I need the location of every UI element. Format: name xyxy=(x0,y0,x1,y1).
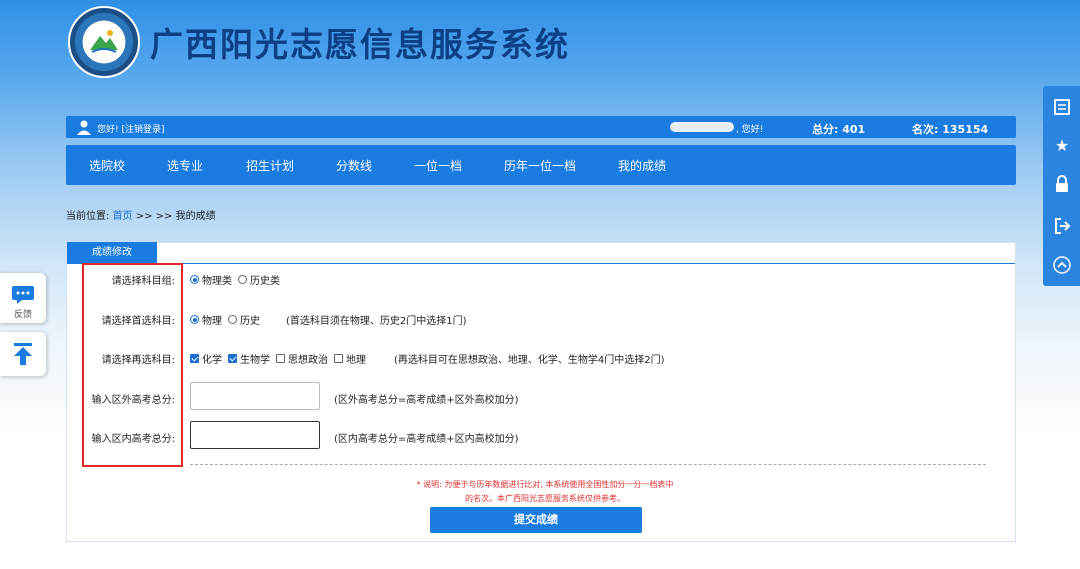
outside-score-input[interactable] xyxy=(190,382,320,410)
nav-history-score-rank[interactable]: 历年一位一档 xyxy=(504,157,576,174)
nav-select-major[interactable]: 选专业 xyxy=(167,157,203,174)
tab-score-edit[interactable]: 成绩修改 xyxy=(67,242,157,263)
first-subject-note: (首选科目须在物理、历史2门中选择1门) xyxy=(286,316,467,327)
explanation-line-1: * 说明: 为便于与历年数据进行比对, 本系统使用全国性加分一分一档表中 xyxy=(416,480,674,489)
site-logo xyxy=(68,6,140,78)
checkbox-politics[interactable] xyxy=(276,354,285,363)
feedback-label: 反馈 xyxy=(13,310,32,320)
physics-group-label: 物理类 xyxy=(202,276,232,287)
history-group-label: 历史类 xyxy=(250,276,280,287)
back-to-top-icon[interactable] xyxy=(1052,256,1072,276)
total-score: 总分: 401 xyxy=(812,123,866,136)
highlight-box xyxy=(82,263,183,467)
feedback-button[interactable]: 反馈 xyxy=(0,273,46,323)
site-header: 广西阳光志愿信息服务系统 xyxy=(68,4,668,82)
geography-label: 地理 xyxy=(346,355,366,366)
up-arrow-icon xyxy=(14,343,32,365)
first-subject-options: 物理 历史 xyxy=(190,312,260,327)
explanation-text: * 说明: 为便于与历年数据进行比对, 本系统使用全国性加分一分一档表中 的名次… xyxy=(380,478,710,506)
submit-score-button[interactable]: 提交成绩 xyxy=(430,507,642,533)
checkbox-chemistry[interactable] xyxy=(190,354,199,363)
radio-history[interactable] xyxy=(228,315,237,324)
mountain-icon xyxy=(90,30,118,53)
user-icon xyxy=(77,120,91,135)
inside-score-note: (区内高考总分=高考成绩+区内高校加分) xyxy=(334,434,519,445)
breadcrumb-home[interactable]: 首页 xyxy=(113,211,133,222)
right-toolbar: ★ xyxy=(1043,86,1080,286)
panel-divider xyxy=(67,263,1015,264)
chat-icon xyxy=(12,286,34,304)
chemistry-label: 化学 xyxy=(202,355,222,366)
nav-enrollment-plan[interactable]: 招生计划 xyxy=(246,157,294,174)
outside-score-note: (区外高考总分=高考成绩+区外高校加分) xyxy=(334,395,519,406)
nav-my-scores[interactable]: 我的成绩 xyxy=(618,157,666,174)
lock-icon[interactable] xyxy=(1052,175,1072,195)
nav-select-school[interactable]: 选院校 xyxy=(89,157,125,174)
nav-score-rank[interactable]: 一位一档 xyxy=(414,157,462,174)
breadcrumb-current: >> >> 我的成绩 xyxy=(132,211,216,222)
radio-history-group[interactable] xyxy=(238,275,247,284)
hello-text: , 您好! xyxy=(736,125,764,135)
star-icon[interactable]: ★ xyxy=(1052,136,1072,156)
site-title: 广西阳光志愿信息服务系统 xyxy=(150,25,570,64)
physics-label: 物理 xyxy=(202,316,222,327)
dashed-divider xyxy=(190,464,986,465)
score-card-icon[interactable] xyxy=(1052,98,1072,118)
logout-link[interactable]: 您好! [注销登录] xyxy=(97,122,165,135)
scroll-top-button[interactable] xyxy=(0,332,46,376)
logout-icon[interactable] xyxy=(1052,217,1072,237)
checkbox-geography[interactable] xyxy=(334,354,343,363)
subject-group-options: 物理类 历史类 xyxy=(190,272,280,287)
nav-score-line[interactable]: 分数线 xyxy=(336,157,372,174)
user-bar: 您好! [注销登录] , 您好! 总分: 401 名次: 135154 xyxy=(66,116,1016,138)
inside-score-input[interactable] xyxy=(190,421,320,449)
biology-label: 生物学 xyxy=(240,355,270,366)
history-label: 历史 xyxy=(240,316,260,327)
radio-physics[interactable] xyxy=(190,315,199,324)
explanation-line-2: 的名次。本广西阳光志愿服务系统仅供参考。 xyxy=(465,494,625,503)
breadcrumb-prefix: 当前位置: xyxy=(66,211,113,222)
checkbox-biology[interactable] xyxy=(228,354,237,363)
main-nav: 选院校 选专业 招生计划 分数线 一位一档 历年一位一档 我的成绩 xyxy=(66,145,1016,185)
politics-label: 思想政治 xyxy=(288,355,328,366)
breadcrumb: 当前位置: 首页 >> >> 我的成绩 xyxy=(66,207,216,222)
second-subject-options: 化学 生物学 思想政治 地理 xyxy=(190,351,366,366)
rank-display: 名次: 135154 xyxy=(912,123,989,136)
radio-physics-group[interactable] xyxy=(190,275,199,284)
username-masked xyxy=(670,122,734,132)
second-subject-note: (再选科目可在思想政治、地理、化学、生物学4门中选择2门) xyxy=(394,355,665,366)
